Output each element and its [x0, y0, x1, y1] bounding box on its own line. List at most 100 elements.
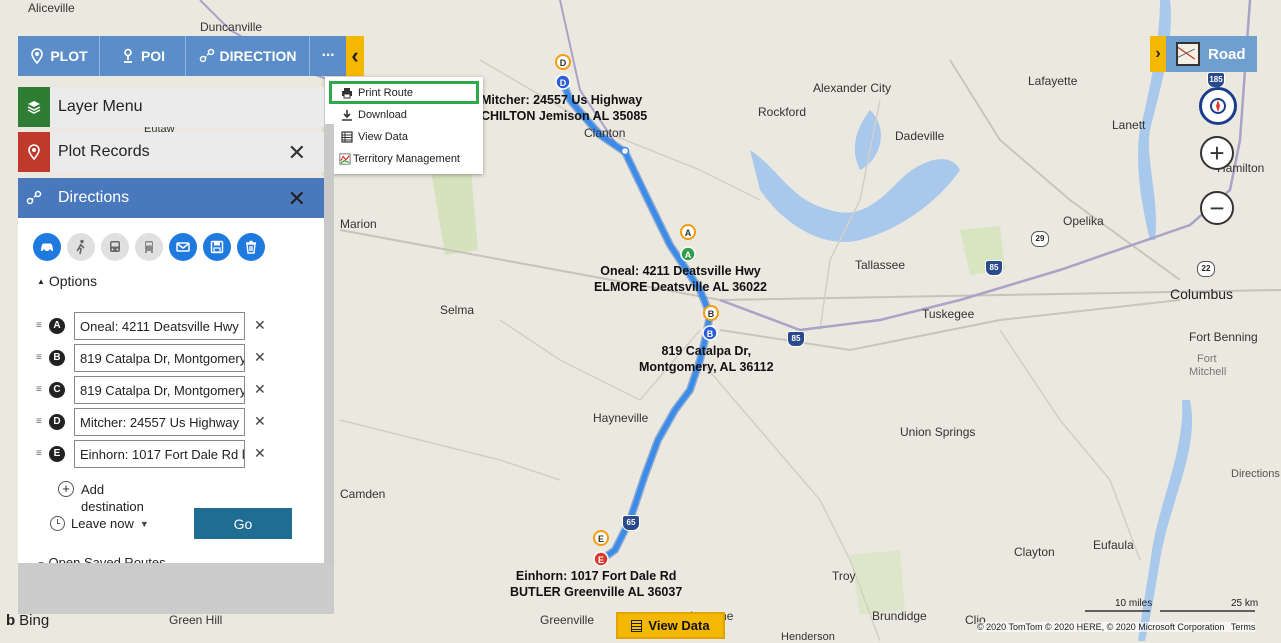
- open-saved-routes[interactable]: ▼ Open Saved Routes: [37, 555, 166, 563]
- stop-input[interactable]: Einhorn: 1017 Fort Dale Rd l: [74, 440, 245, 468]
- bing-logo: b Bing: [6, 612, 49, 629]
- close-icon[interactable]: ✕: [288, 186, 306, 212]
- drag-handle-icon[interactable]: ≡: [36, 384, 42, 395]
- route-icon: [18, 178, 50, 218]
- remove-stop-icon[interactable]: ✕: [254, 317, 266, 334]
- copyright-text: © 2020 TomTom © 2020 HERE, © 2020 Micros…: [977, 622, 1256, 632]
- menu-item-territory-management[interactable]: Territory Management: [325, 148, 483, 170]
- svg-text:D: D: [560, 58, 567, 68]
- place-label: Columbus: [1170, 286, 1234, 302]
- plot-records-header[interactable]: Plot Records ✕: [18, 132, 324, 172]
- road-style-button[interactable]: Road: [1166, 36, 1257, 72]
- mail-icon: [176, 242, 190, 252]
- plot-records-title: Plot Records: [58, 143, 150, 160]
- save-route-button[interactable]: [203, 233, 231, 261]
- menu-item-label: View Data: [358, 131, 408, 143]
- stop-input[interactable]: Mitcher: 24557 Us Highway: [74, 408, 245, 436]
- go-button[interactable]: Go: [194, 508, 292, 539]
- stop-row: ≡ C 819 Catalpa Dr, Montgomery ✕: [36, 376, 276, 404]
- car-icon: [41, 243, 53, 253]
- car-mode-button[interactable]: [33, 233, 61, 261]
- place-label: Lafayette: [1028, 74, 1078, 88]
- expand-map-style-button[interactable]: ›: [1150, 36, 1166, 72]
- zoom-in-button[interactable]: +: [1200, 136, 1234, 170]
- stop-letter-badge: C: [49, 382, 65, 398]
- highway-shield: 185: [1207, 72, 1225, 88]
- locate-button[interactable]: [1199, 87, 1237, 125]
- menu-item-download[interactable]: Download: [325, 104, 483, 126]
- view-data-button[interactable]: View Data: [616, 612, 725, 639]
- stop-letter-badge: E: [49, 446, 65, 462]
- clear-route-button[interactable]: [237, 233, 265, 261]
- stop-input[interactable]: 819 Catalpa Dr, Montgomery: [74, 376, 245, 404]
- stop-input[interactable]: 819 Catalpa Dr, Montgomery: [74, 344, 245, 372]
- poi-button[interactable]: POI: [100, 36, 186, 76]
- svg-text:A: A: [685, 228, 692, 238]
- options-toggle[interactable]: ▲ Options: [37, 273, 97, 289]
- place-label: Green Hill: [169, 613, 223, 627]
- walk-mode-button[interactable]: [67, 233, 95, 261]
- territory-icon: [339, 153, 351, 165]
- view-data-label: View Data: [648, 618, 710, 633]
- menu-item-print-route[interactable]: Print Route: [329, 81, 479, 104]
- panel-shadow: [18, 563, 334, 614]
- place-label: Rockford: [758, 105, 807, 119]
- svg-text:E: E: [598, 534, 604, 544]
- stop-input[interactable]: Oneal: 4211 Deatsville Hwy: [74, 312, 245, 340]
- stop-row: ≡ B 819 Catalpa Dr, Montgomery ✕: [36, 344, 276, 372]
- place-label: Directions: [1231, 468, 1280, 480]
- pin-a-label-line2: ELMORE Deatsville AL 36022: [594, 280, 767, 294]
- place-label: Fort Benning: [1189, 330, 1258, 344]
- pin-b-label-line1: 819 Catalpa Dr,: [661, 344, 752, 358]
- walk-icon: [76, 239, 85, 255]
- scale-miles: 10 miles: [1115, 598, 1153, 609]
- remove-stop-icon[interactable]: ✕: [254, 381, 266, 398]
- svg-text:D: D: [560, 78, 567, 88]
- zoom-out-button[interactable]: −: [1200, 191, 1234, 225]
- plot-button[interactable]: PLOT: [18, 36, 100, 76]
- leave-now-dropdown[interactable]: Leave now ▼: [50, 516, 149, 531]
- email-route-button[interactable]: [169, 233, 197, 261]
- layer-menu-title: Layer Menu: [58, 98, 143, 115]
- add-destination-label-1: Add: [81, 482, 105, 497]
- terms-link[interactable]: Terms: [1231, 622, 1256, 632]
- pin-e-label-line1: Einhorn: 1017 Fort Dale Rd: [515, 569, 677, 583]
- copyright-label: © 2020 TomTom © 2020 HERE, © 2020 Micros…: [977, 622, 1225, 632]
- close-icon[interactable]: ✕: [288, 140, 306, 166]
- svg-text:A: A: [685, 250, 692, 260]
- direction-button[interactable]: DIRECTION: [186, 36, 310, 76]
- pin-e-label-line2: BUTLER Greenville AL 36037: [510, 585, 683, 599]
- poi-label: POI: [140, 48, 166, 64]
- place-label: Lanett: [1112, 118, 1146, 132]
- collapse-toolbar-button[interactable]: ‹: [346, 36, 364, 76]
- drag-handle-icon[interactable]: ≡: [36, 320, 42, 331]
- pin-d-label-line2: CHILTON Jemison AL 35085: [481, 109, 648, 123]
- download-icon: [341, 109, 353, 121]
- transit-mode-button[interactable]: [101, 233, 129, 261]
- directions-header[interactable]: Directions ✕: [18, 178, 324, 218]
- more-button[interactable]: ···: [310, 36, 346, 76]
- poi-icon: [123, 48, 132, 63]
- drag-handle-icon[interactable]: ≡: [36, 416, 42, 427]
- remove-stop-icon[interactable]: ✕: [254, 413, 266, 430]
- stop-letter-badge: A: [49, 318, 65, 334]
- stop-row: ≡ A Oneal: 4211 Deatsville Hwy ✕: [36, 312, 276, 340]
- direction-label: DIRECTION: [219, 48, 297, 64]
- drag-handle-icon[interactable]: ≡: [36, 352, 42, 363]
- drag-handle-icon[interactable]: ≡: [36, 448, 42, 459]
- layer-menu-header[interactable]: Layer Menu: [18, 87, 324, 127]
- menu-item-view-data[interactable]: View Data: [325, 126, 483, 148]
- highway-shield: 65: [622, 515, 640, 531]
- more-icon: ···: [321, 47, 336, 64]
- remove-stop-icon[interactable]: ✕: [254, 349, 266, 366]
- stop-row: ≡ E Einhorn: 1017 Fort Dale Rd l ✕: [36, 440, 276, 468]
- remove-stop-icon[interactable]: ✕: [254, 445, 266, 462]
- road-map-icon: [1176, 42, 1200, 66]
- more-menu: Print Route Download View Data Territory…: [325, 77, 483, 174]
- add-destination-button[interactable]: + Add destination: [58, 481, 144, 515]
- directions-title: Directions: [58, 189, 130, 206]
- stop-letter-badge: B: [49, 350, 65, 366]
- place-label: Mitchell: [1189, 366, 1227, 378]
- place-label: Selma: [440, 303, 475, 317]
- truck-mode-button[interactable]: [135, 233, 163, 261]
